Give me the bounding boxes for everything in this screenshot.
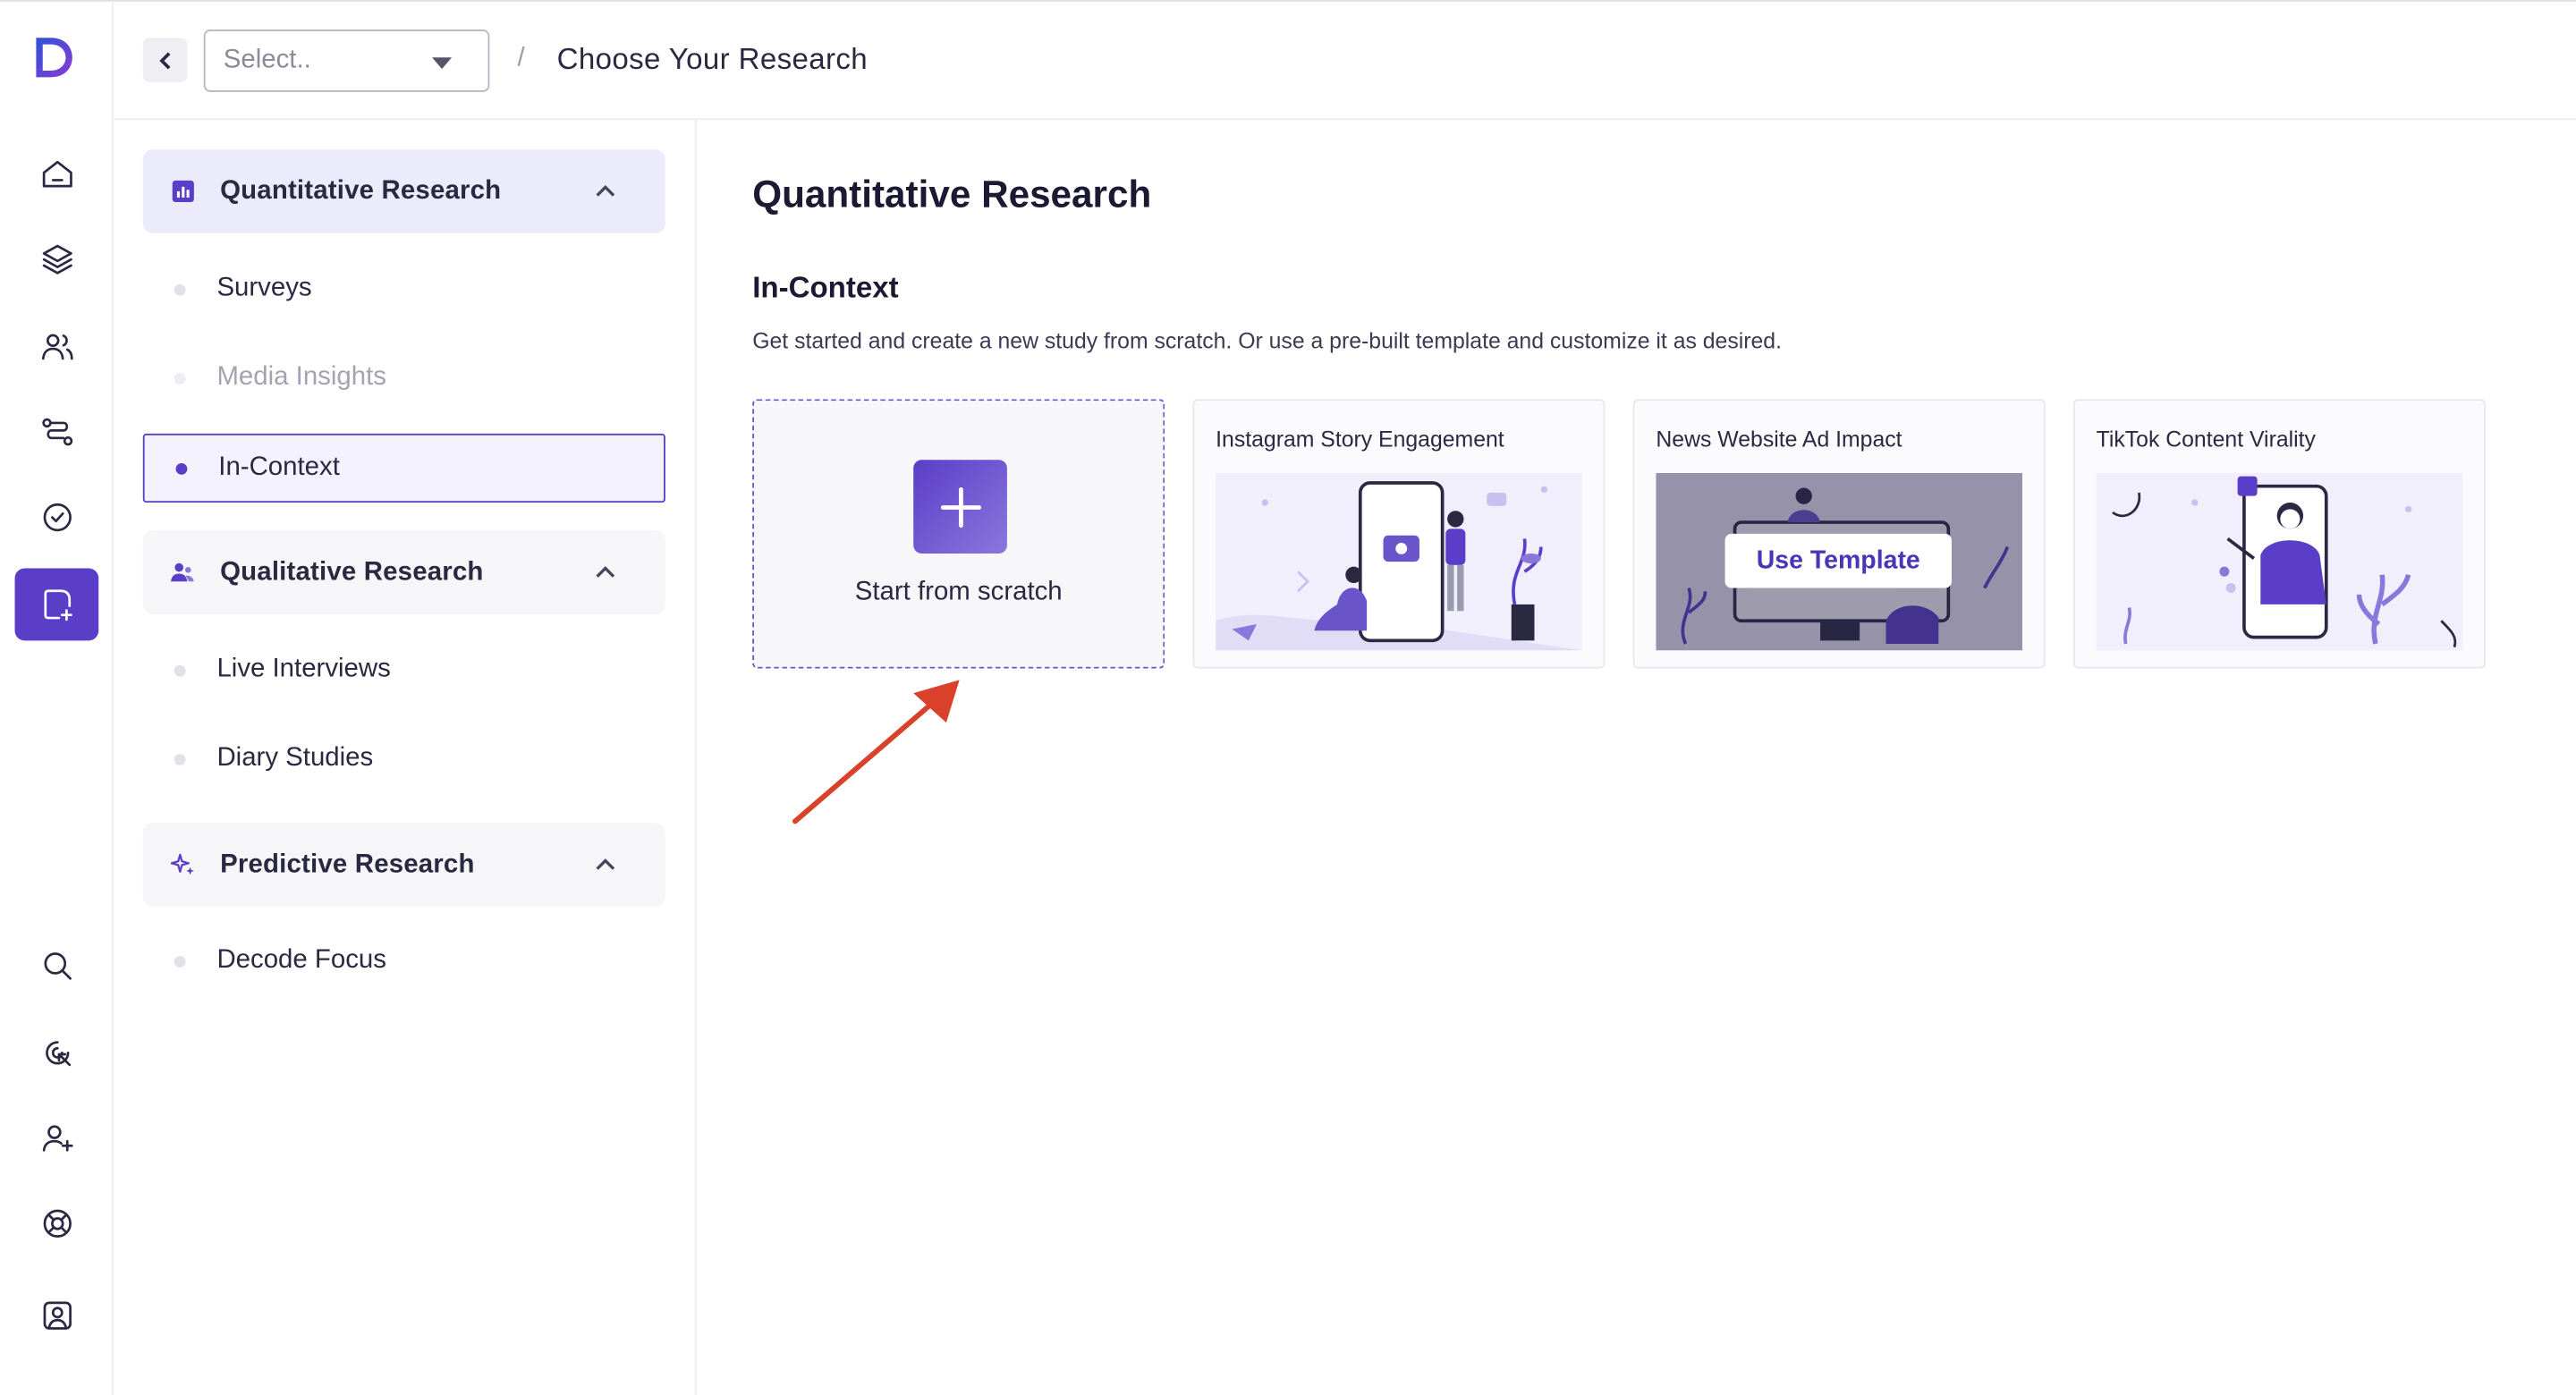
back-button[interactable]: [142, 38, 188, 82]
search-icon[interactable]: [15, 930, 99, 1002]
bullet-dot: [175, 462, 188, 474]
click-icon[interactable]: [15, 1017, 99, 1089]
template-card-instagram[interactable]: Instagram Story Engagement: [1192, 399, 1606, 669]
scratch-label: Start from scratch: [854, 578, 1063, 606]
new-study-icon[interactable]: [14, 568, 99, 641]
app-window: Select.. / Choose Your Research Quantita…: [0, 0, 2576, 1395]
page-title: Quantitative Research: [752, 172, 1152, 216]
section-title: In-Context: [752, 271, 899, 304]
top-bar: Select.. / Choose Your Research: [113, 2, 2576, 121]
layers-icon[interactable]: [15, 224, 99, 296]
add-user-icon[interactable]: [15, 1102, 99, 1174]
bullet-dot: [174, 283, 186, 295]
sidebar-item-label: In-Context: [218, 452, 340, 482]
bullet-dot: [174, 753, 186, 765]
bullet-dot: [174, 955, 186, 967]
sidebar-item-media-insights[interactable]: Media Insights: [143, 343, 665, 412]
main-content: Quantitative Research In-Context Get sta…: [697, 120, 2576, 1394]
plus-icon: [913, 460, 1007, 554]
help-lifebuoy-icon[interactable]: [15, 1188, 99, 1260]
sparkle-icon: [169, 851, 195, 877]
decode-logo-icon[interactable]: [31, 33, 77, 82]
people-icon: [169, 559, 195, 585]
chevron-up-icon[interactable]: [595, 854, 616, 875]
bar-chart-icon: [169, 178, 195, 204]
breadcrumb-separator: /: [517, 44, 525, 72]
template-title: TikTok Content Virality: [2096, 427, 2316, 452]
template-card-news-website[interactable]: News Website Ad Impact Use Template: [1632, 399, 2046, 669]
group-label: Predictive Research: [220, 850, 475, 878]
caret-down-icon: [432, 57, 453, 70]
group-quantitative-research[interactable]: Quantitative Research: [142, 149, 665, 233]
bullet-dot: [174, 372, 186, 384]
group-predictive-research[interactable]: Predictive Research: [142, 823, 665, 907]
sidebar-item-label: Surveys: [216, 274, 312, 302]
home-icon[interactable]: [15, 138, 99, 210]
users-icon[interactable]: [15, 310, 99, 383]
start-from-scratch-card[interactable]: Start from scratch: [752, 399, 1165, 669]
group-qualitative-research[interactable]: Qualitative Research: [142, 530, 665, 614]
sidebar-item-label: Live Interviews: [216, 655, 391, 684]
tiktok-illustration: [2096, 472, 2463, 651]
group-label: Quantitative Research: [220, 176, 502, 205]
profile-icon[interactable]: [15, 1280, 99, 1352]
sidebar-item-diary-studies[interactable]: Diary Studies: [143, 724, 665, 793]
chevron-up-icon[interactable]: [595, 562, 616, 583]
research-type-sidebar: Quantitative Research Surveys Media Insi…: [114, 120, 697, 1395]
chevron-up-icon[interactable]: [595, 181, 616, 202]
template-title: News Website Ad Impact: [1656, 427, 1902, 452]
bullet-dot: [174, 664, 186, 676]
sidebar-item-in-context[interactable]: In-Context: [142, 433, 665, 503]
sidebar-item-label: Diary Studies: [216, 744, 374, 773]
check-badge-icon[interactable]: [15, 481, 99, 554]
chevron-left-icon: [158, 51, 170, 69]
sidebar-item-live-interviews[interactable]: Live Interviews: [143, 636, 665, 705]
route-icon[interactable]: [15, 396, 99, 469]
sidebar-item-label: Media Insights: [216, 362, 386, 392]
breadcrumb-title: Choose Your Research: [556, 42, 869, 76]
template-title: Instagram Story Engagement: [1216, 427, 1504, 452]
icon-rail: [0, 1, 114, 1395]
sidebar-item-decode-focus[interactable]: Decode Focus: [143, 926, 665, 995]
sidebar-item-surveys[interactable]: Surveys: [143, 255, 665, 324]
group-label: Qualitative Research: [220, 557, 484, 586]
annotation-arrow-icon: [792, 680, 960, 824]
project-select[interactable]: Select..: [203, 30, 490, 92]
use-template-button[interactable]: Use Template: [1724, 533, 1952, 588]
sidebar-item-label: Decode Focus: [216, 945, 386, 975]
instagram-illustration: [1216, 472, 1582, 651]
news-website-illustration: Use Template: [1656, 472, 2022, 651]
section-description: Get started and create a new study from …: [752, 328, 1782, 353]
template-card-tiktok[interactable]: TikTok Content Virality: [2072, 399, 2486, 669]
select-placeholder: Select..: [223, 46, 311, 74]
